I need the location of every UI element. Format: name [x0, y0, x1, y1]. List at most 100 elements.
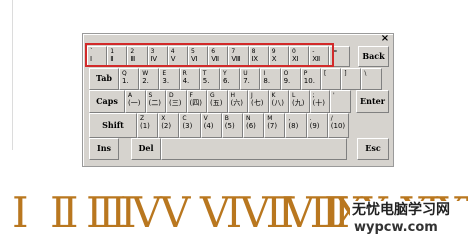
enter-key[interactable]: Enter [356, 90, 389, 113]
key-row3-1[interactable]: S (二) [145, 90, 166, 113]
key-top-label: A [128, 92, 133, 99]
key-row2-11[interactable]: ] [341, 68, 362, 90]
key-row2-7[interactable]: I 8. [260, 68, 281, 90]
key-row4-0[interactable]: Z (1) [137, 113, 159, 138]
del-key[interactable]: Del [131, 138, 161, 160]
key-row3-0[interactable]: A (一) [125, 90, 146, 113]
key-row2-4[interactable]: T 5. [199, 68, 220, 90]
key-row1-10[interactable]: 0Ⅺ [289, 46, 310, 67]
key-row1-5[interactable]: 5Ⅵ [188, 46, 209, 67]
key-row1-8[interactable]: 8Ⅸ [248, 46, 269, 67]
key-row2-10[interactable]: [ [321, 68, 342, 90]
key-row2-12[interactable]: \ [361, 68, 382, 90]
key-top-label: P [303, 70, 308, 77]
key-row4-2[interactable]: C (3) [179, 113, 201, 138]
key-row3-4[interactable]: G (五) [207, 90, 228, 113]
key-bottom-label: 3. [162, 77, 170, 85]
key-top-label: S [148, 92, 153, 99]
key-top-label: 6 [211, 48, 216, 55]
key-row3-7[interactable]: K (八) [268, 90, 289, 113]
key-top-label: B [224, 115, 229, 122]
key-row1-1[interactable]: 1Ⅱ [107, 46, 128, 67]
key-row1-7[interactable]: 7Ⅷ [228, 46, 249, 67]
key-bottom-label: Ⅳ [150, 55, 158, 63]
shift-key[interactable]: Shift [89, 113, 137, 138]
key-top-label: F [189, 92, 193, 99]
key-row4-9[interactable]: / (10) [327, 113, 349, 138]
caps-key[interactable]: Caps [89, 90, 125, 113]
key-bottom-label: Ⅵ [191, 55, 198, 63]
key-bottom-label: (九) [292, 99, 305, 107]
tab-key[interactable]: Tab [89, 68, 119, 90]
key-bottom-label: (二) [148, 99, 161, 107]
key-top-label: 0 [292, 48, 296, 55]
key-bottom-label: (七) [251, 99, 264, 107]
key-bottom-label: (十) [312, 99, 325, 107]
key-row4-4[interactable]: B (5) [221, 113, 243, 138]
key-label: Back [362, 51, 385, 61]
key-row2-2[interactable]: E 3. [159, 68, 180, 90]
key-row2-8[interactable]: O 9. [280, 68, 301, 90]
space-key[interactable] [161, 138, 347, 160]
key-bottom-label: Ⅶ [211, 55, 220, 63]
key-bottom-label: (6) [246, 122, 256, 130]
key-top-label: = [332, 48, 338, 55]
key-bottom-label: 1. [122, 77, 129, 85]
key-row1-2[interactable]: 2Ⅲ [127, 46, 148, 67]
key-row3-6[interactable]: J (七) [248, 90, 269, 113]
key-row1-6[interactable]: 6Ⅶ [208, 46, 229, 67]
key-row1-0[interactable]: ` Ⅰ [87, 46, 108, 67]
key-label: Caps [96, 96, 118, 106]
key-row3-3[interactable]: F (四) [186, 90, 207, 113]
key-row2-1[interactable]: W 2. [139, 68, 160, 90]
key-row4-5[interactable]: N (6) [243, 113, 265, 138]
key-bottom-label: 2. [142, 77, 149, 85]
key-bottom-label: (2) [161, 122, 172, 130]
key-row2-5[interactable]: Y 6. [220, 68, 241, 90]
key-bottom-label: 5. [202, 77, 210, 85]
key-top-label: ` [90, 48, 93, 55]
key-row2-0[interactable]: Q 1. [119, 68, 140, 90]
key-top-label: X [161, 115, 166, 122]
key-top-label: Q [122, 70, 127, 77]
key-top-label: Z [140, 115, 145, 122]
key-bottom-label: Ⅸ [251, 55, 259, 63]
key-row1-9[interactable]: 9Ⅹ [268, 46, 289, 67]
back-key[interactable]: Back [358, 46, 389, 67]
key-row3-2[interactable]: D (三) [166, 90, 187, 113]
roman-numeral: Ⅴ [160, 188, 190, 237]
key-bottom-label: Ⅱ [110, 55, 114, 63]
key-top-label: G [210, 92, 215, 99]
key-row1-4[interactable]: 4Ⅴ [167, 46, 188, 67]
key-row4-6[interactable]: M (7) [264, 113, 286, 138]
ins-key[interactable]: Ins [89, 138, 119, 160]
key-top-label: ' [333, 92, 335, 99]
key-row2-3[interactable]: R 4. [179, 68, 200, 90]
key-row1-3[interactable]: 3Ⅳ [147, 46, 168, 67]
key-bottom-label: Ⅻ [312, 55, 321, 63]
key-row2-9[interactable]: P 10. [300, 68, 321, 90]
key-bottom-label: (五) [210, 99, 223, 107]
key-label: Del [138, 143, 154, 153]
key-label: Esc [365, 143, 381, 153]
key-row3-5[interactable]: H (六) [227, 90, 248, 113]
key-row3-9[interactable]: ; (十) [309, 90, 330, 113]
key-row4-3[interactable]: V (4) [200, 113, 222, 138]
esc-key[interactable]: Esc [357, 138, 389, 160]
close-icon[interactable]: × [380, 34, 390, 44]
key-bottom-label: Ⅲ [130, 55, 136, 63]
key-row4-7[interactable]: , (8) [285, 113, 307, 138]
key-row4-1[interactable]: X (2) [158, 113, 180, 138]
key-row2-6[interactable]: U 7. [240, 68, 261, 90]
key-bottom-label: (9) [309, 122, 320, 130]
key-top-label: 1 [110, 48, 115, 55]
key-row1-11[interactable]: -Ⅻ [309, 46, 330, 67]
roman-numeral: Ⅳ [120, 188, 162, 237]
key-row1-12[interactable]: = [329, 46, 350, 67]
key-top-label: 4 [170, 48, 175, 55]
key-top-label: ; [312, 92, 315, 99]
key-row3-10[interactable]: ' [330, 90, 351, 113]
key-row4-8[interactable]: . (9) [306, 113, 328, 138]
key-row3-8[interactable]: L (九) [289, 90, 310, 113]
key-top-label: T [202, 70, 207, 77]
